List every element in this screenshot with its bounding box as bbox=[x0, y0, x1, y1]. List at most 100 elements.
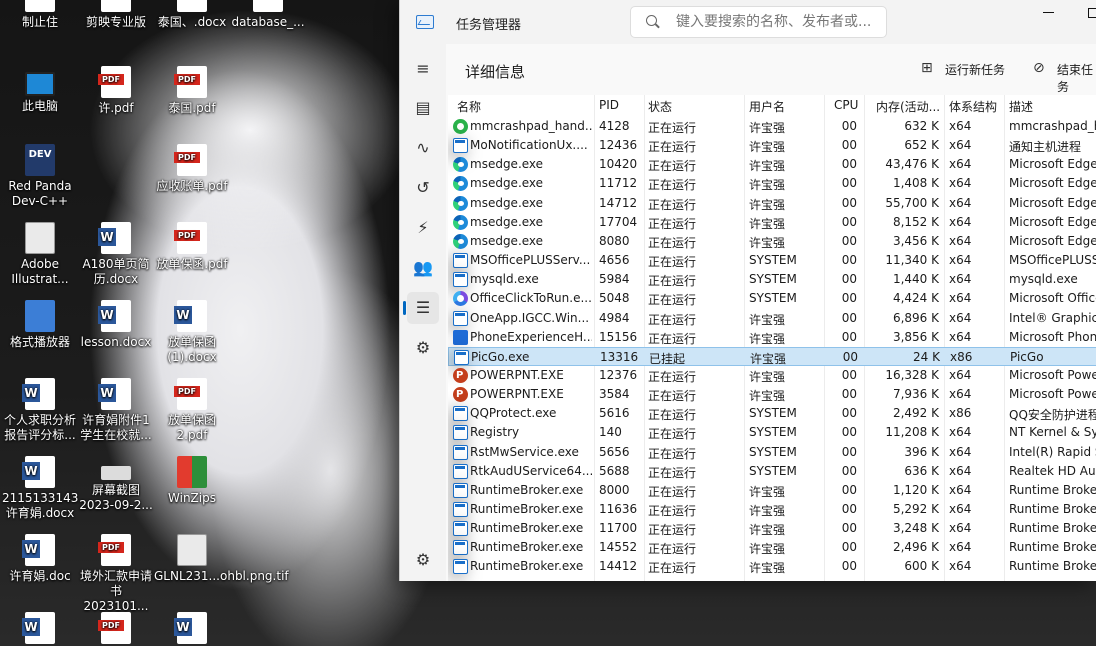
table-row[interactable]: RuntimeBroker.exe 14412 正在运行 许宝强 00 600 K x64 R… bbox=[448, 557, 1096, 576]
table-row[interactable]: msedge.exe 14712 正在运行 许宝强 00 55,700 K x64 Micro… bbox=[448, 194, 1096, 213]
desktop-icon[interactable]: 放单保函(1).docx bbox=[154, 300, 230, 365]
desktop-icon[interactable]: 泰国.pdf bbox=[154, 66, 230, 116]
desktop-icon[interactable]: WinZips bbox=[154, 456, 230, 506]
menu-icon[interactable]: ≡ bbox=[407, 53, 439, 85]
desktop-icon[interactable]: 境外汇款申请书2023101... bbox=[78, 534, 154, 614]
desktop-icon[interactable]: 泰国、.docx bbox=[154, 0, 230, 30]
column-header[interactable]: CPU bbox=[834, 98, 858, 112]
cell-arch: x64 bbox=[949, 367, 972, 382]
processes-icon[interactable]: ▤ bbox=[407, 92, 439, 124]
desktop-icon[interactable] bbox=[78, 612, 154, 646]
table-row[interactable]: MSOfficePLUSServ... 4656 正在运行 SYSTEM 00 11,34… bbox=[448, 251, 1096, 270]
desktop-icon[interactable]: 剪映专业版 bbox=[78, 0, 154, 30]
table-row[interactable]: mmcrashpad_hand... 4128 正在运行 许宝强 00 632 K x64 m… bbox=[448, 117, 1096, 136]
search-input[interactable]: 键入要搜索的名称、发布者或... bbox=[630, 6, 887, 38]
cell-pid: 12376 bbox=[599, 367, 638, 382]
table-row[interactable]: POWERPNT.EXE 3584 正在运行 许宝强 00 7,936 K x64 Micro… bbox=[448, 385, 1096, 404]
desktop-icon[interactable] bbox=[154, 612, 230, 646]
desktop-icon[interactable]: 许育娟.doc bbox=[2, 534, 78, 584]
cell-mem: 11,340 K bbox=[885, 253, 939, 268]
cell-arch: x86 bbox=[950, 349, 973, 364]
cell-arch: x64 bbox=[949, 214, 972, 229]
cell-pid: 5656 bbox=[599, 444, 630, 459]
table-row[interactable]: msedge.exe 17704 正在运行 许宝强 00 8,152 K x64 Micros… bbox=[448, 213, 1096, 232]
desktop-icon[interactable]: 格式播放器 bbox=[2, 300, 78, 350]
app-history-icon[interactable]: ↺ bbox=[407, 172, 439, 204]
cell-mem: 55,700 K bbox=[885, 195, 939, 210]
desktop-icon[interactable]: 放单保函2.pdf bbox=[154, 378, 230, 443]
cell-arch: x64 bbox=[949, 157, 972, 172]
table-row[interactable]: OfficeClickToRun.e... 5048 正在运行 SYSTEM 00 4,4… bbox=[448, 289, 1096, 308]
cell-name: OfficeClickToRun.e... bbox=[470, 291, 592, 306]
desktop-icon[interactable]: database_... bbox=[230, 0, 306, 30]
cell-pid: 4656 bbox=[599, 253, 630, 268]
table-row[interactable]: RuntimeBroker.exe 11700 正在运行 许宝强 00 3,248 K x6… bbox=[448, 519, 1096, 538]
column-header[interactable]: 用户名 bbox=[749, 98, 785, 115]
end-task-button[interactable]: ⊘ 结束任务 bbox=[1033, 60, 1096, 95]
cell-user: 许宝强 bbox=[749, 121, 786, 135]
cell-pid: 15156 bbox=[599, 329, 638, 344]
win-process-icon bbox=[453, 502, 468, 517]
desktop-icon[interactable]: 个人求职分析报告评分标... bbox=[2, 378, 78, 443]
column-header[interactable]: 体系结构 bbox=[949, 98, 997, 115]
startup-icon[interactable]: ⚡ bbox=[407, 212, 439, 244]
cell-user: 许宝强 bbox=[749, 561, 786, 576]
cell-status: 正在运行 bbox=[648, 197, 697, 212]
cell-name: POWERPNT.EXE bbox=[470, 387, 564, 402]
desktop-icon[interactable]: 放单保函.pdf bbox=[154, 222, 230, 272]
details-icon[interactable]: ☰ bbox=[403, 292, 439, 324]
desktop-icon[interactable] bbox=[2, 612, 78, 646]
column-header[interactable]: 名称 ^ bbox=[457, 95, 533, 115]
desktop-icon[interactable]: GLNL231...ohbl.png.tif bbox=[154, 534, 289, 584]
table-row[interactable]: RstMwService.exe 5656 正在运行 SYSTEM 00 396 K x64… bbox=[448, 443, 1096, 462]
table-row[interactable]: RuntimeBroker.exe 8000 正在运行 许宝强 00 1,120 K x64… bbox=[448, 481, 1096, 500]
table-row[interactable]: RuntimeBroker.exe 14552 正在运行 许宝强 00 2,496 K x6… bbox=[448, 538, 1096, 557]
desktop-icon-label: 屏幕截图 2023-09-2... bbox=[79, 483, 153, 512]
table-row[interactable]: mysqld.exe 5984 正在运行 SYSTEM 00 1,440 K x64 mysq… bbox=[448, 270, 1096, 289]
cell-mem: 1,440 K bbox=[892, 272, 939, 287]
column-header[interactable]: 状态 bbox=[648, 98, 672, 115]
cell-name: msedge.exe bbox=[470, 195, 544, 210]
table-row[interactable]: msedge.exe 8080 正在运行 许宝强 00 3,456 K x64 Microso… bbox=[448, 232, 1096, 251]
table-row[interactable]: RtkAudUService64... 5688 正在运行 SYSTEM 00 636 K… bbox=[448, 462, 1096, 481]
column-header[interactable]: 内存(活动... bbox=[876, 98, 940, 115]
column-header[interactable]: 描述 bbox=[1009, 98, 1033, 115]
desktop-icon[interactable]: 许.pdf bbox=[78, 66, 154, 116]
desktop-icon[interactable]: 此电脑 bbox=[2, 66, 78, 114]
desktop-icon[interactable]: 许育娟附件1学生在校就... bbox=[78, 378, 154, 443]
table-row[interactable]: msedge.exe 11712 正在运行 许宝强 00 1,408 K x64 Micros… bbox=[448, 174, 1096, 193]
run-new-task-button[interactable]: ⊞ 运行新任务 bbox=[921, 60, 1005, 78]
minimize-button[interactable] bbox=[1043, 12, 1054, 13]
desktop-icon[interactable]: DEV Red Panda Dev-C++ bbox=[2, 144, 78, 209]
cell-name: MoNotificationUx.... bbox=[470, 138, 588, 153]
cell-mem: 3,856 K bbox=[892, 329, 939, 344]
desktop-icon[interactable]: 2115133143许育娟.docx bbox=[2, 456, 78, 521]
table-row[interactable]: RuntimeBroker.exe 11636 正在运行 许宝强 00 5,292 K x6… bbox=[448, 500, 1096, 519]
desktop-icon[interactable]: lesson.docx bbox=[78, 300, 154, 350]
cell-user: 许宝强 bbox=[749, 484, 786, 499]
table-row[interactable]: PicGo.exe 13316 已挂起 许宝强 00 24 K x86 PicGo bbox=[448, 346, 1096, 366]
table-row[interactable]: PhoneExperienceH... 15156 正在运行 许宝强 00 3,856 K… bbox=[448, 328, 1096, 347]
services-icon[interactable]: ⚙ bbox=[407, 332, 439, 364]
performance-icon[interactable]: ∿ bbox=[407, 132, 439, 164]
cell-mem: 1,120 K bbox=[892, 482, 939, 497]
maximize-button[interactable] bbox=[1088, 8, 1096, 18]
column-header[interactable]: PID bbox=[599, 98, 619, 112]
desktop-icon[interactable]: 屏幕截图 2023-09-2... bbox=[78, 456, 154, 513]
table-row[interactable]: QQProtect.exe 5616 正在运行 SYSTEM 00 2,492 K x86 Q… bbox=[448, 404, 1096, 423]
desktop-icon[interactable]: 制止住 bbox=[2, 0, 78, 30]
users-icon[interactable]: 👥 bbox=[407, 252, 439, 284]
word-file-icon bbox=[22, 612, 55, 644]
table-row[interactable]: OneApp.IGCC.Win... 4984 正在运行 许宝强 00 6,896 K x6… bbox=[448, 309, 1096, 328]
settings-icon[interactable]: ⚙ bbox=[407, 544, 439, 576]
cell-arch: x64 bbox=[949, 253, 972, 268]
table-row[interactable]: POWERPNT.EXE 12376 正在运行 许宝强 00 16,328 K x64 Mic… bbox=[448, 366, 1096, 385]
table-row[interactable]: MoNotificationUx.... 12436 正在运行 许宝强 00 652 K x… bbox=[448, 136, 1096, 155]
table-row[interactable]: msedge.exe 10420 正在运行 许宝强 00 43,476 K x64 Micro… bbox=[448, 155, 1096, 174]
title-bar[interactable]: 任务管理器 键入要搜索的名称、发布者或... bbox=[400, 0, 1096, 44]
table-row[interactable]: Registry 140 正在运行 SYSTEM 00 11,208 K x64 NT Ker… bbox=[448, 423, 1096, 442]
cell-status: 正在运行 bbox=[648, 446, 697, 461]
desktop-icon[interactable]: Adobe Illustrat... bbox=[2, 222, 78, 287]
desktop-icon[interactable]: 应收账单.pdf bbox=[154, 144, 230, 194]
desktop-icon[interactable]: A180单页简历.docx bbox=[78, 222, 154, 287]
